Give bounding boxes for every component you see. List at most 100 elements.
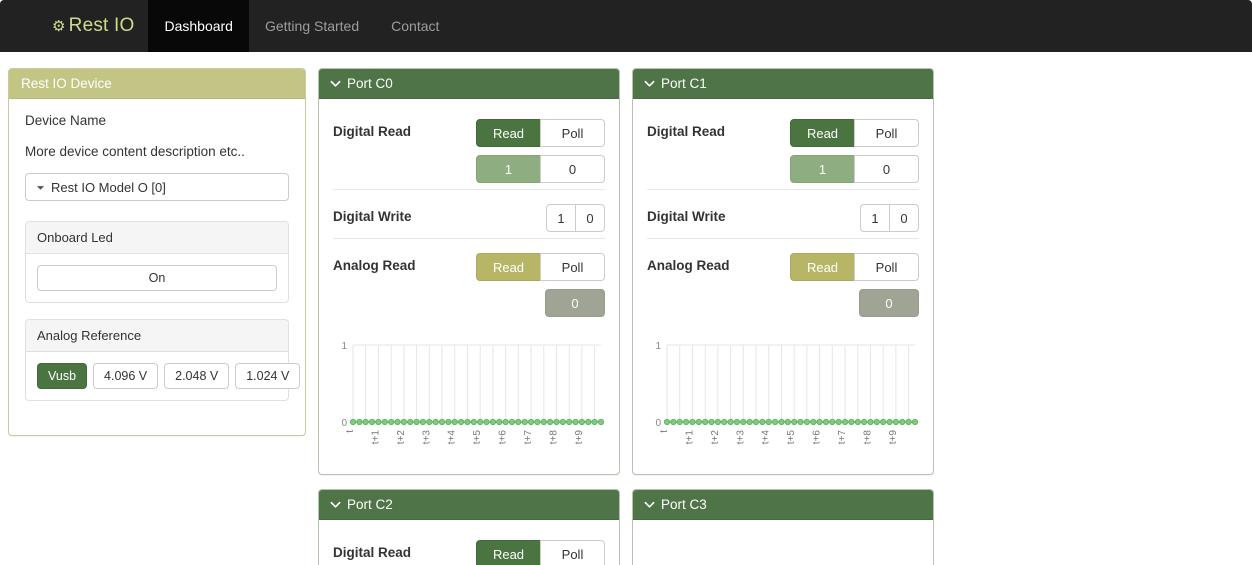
device-model-select[interactable]: Rest IO Model O [0] <box>25 173 289 201</box>
analog-read-chart: 0 1 t t+1 t+2 t+3 t+4 t+5 t+6 t+7 t+8 t+9 <box>647 323 919 462</box>
port-card-header[interactable]: Port C1 <box>633 69 933 99</box>
digital-write-zero-button[interactable]: 0 <box>889 204 919 232</box>
port-card: Port C0 Digital Read Read Poll 1 0 Digit… <box>318 68 620 475</box>
digital-write-label: Digital Write <box>647 209 726 224</box>
chevron-down-icon <box>644 499 655 510</box>
digital-read-mode-group: Read Poll <box>790 119 919 147</box>
digital-read-row: Digital Read Read Poll 1 0 <box>333 103 605 189</box>
brand-label: Rest IO <box>68 15 135 36</box>
analog-reference-option-2048v[interactable]: 2.048 V <box>164 363 230 389</box>
analog-reference-option-1024v[interactable]: 1.024 V <box>235 363 301 389</box>
digital-write-row: Digital Write 1 0 <box>647 189 919 238</box>
port-card-title: Port C3 <box>661 497 707 512</box>
analog-read-row: Analog Read Read Poll 0 <box>333 238 605 323</box>
analog-read-poll-button[interactable]: Poll <box>540 253 605 281</box>
svg-text:t+8: t+8 <box>863 430 874 445</box>
digital-read-row: Digital Read Read Poll 1 0 <box>333 524 605 565</box>
nav-item-label: Getting Started <box>264 18 360 34</box>
device-name-label: Device Name <box>25 113 107 128</box>
digital-read-read-button[interactable]: Read <box>476 540 541 565</box>
analog-reference-options: Vusb 4.096 V 2.048 V 1.024 V <box>37 363 301 389</box>
analog-read-chart-svg: 0 1 t t+1 t+2 t+3 t+4 t+5 t+6 t+7 t+8 t+9 <box>655 341 919 445</box>
analog-read-read-button[interactable]: Read <box>476 253 541 281</box>
digital-write-group: 1 0 <box>546 204 605 232</box>
port-card: Port C1 Digital Read Read Poll 1 0 Digit… <box>632 68 934 475</box>
svg-text:t+3: t+3 <box>421 430 432 445</box>
onboard-led-toggle-button[interactable]: On <box>37 265 277 291</box>
digital-read-mode-group: Read Poll <box>476 540 605 565</box>
svg-text:t+3: t+3 <box>735 430 746 445</box>
port-card-title: Port C1 <box>661 76 707 91</box>
digital-read-controls: Read Poll 1 0 <box>476 540 605 565</box>
analog-read-read-button[interactable]: Read <box>790 253 855 281</box>
analog-reference-panel: Analog Reference Vusb 4.096 V 2.048 V 1.… <box>25 319 301 401</box>
svg-text:t+9: t+9 <box>888 430 899 445</box>
digital-read-value-one: 1 <box>790 155 855 183</box>
analog-read-label: Analog Read <box>333 258 416 273</box>
digital-read-value-one: 1 <box>476 155 541 183</box>
svg-text:t+9: t+9 <box>574 430 585 445</box>
svg-text:t+2: t+2 <box>710 430 721 445</box>
analog-reference-option-vusb[interactable]: Vusb <box>37 363 88 389</box>
digital-read-row: Digital Read Read Poll 1 0 <box>647 103 919 189</box>
ports-grid: Port C0 Digital Read Read Poll 1 0 Digit… <box>318 68 1252 565</box>
analog-read-poll-button[interactable]: Poll <box>854 253 919 281</box>
digital-read-poll-button[interactable]: Poll <box>540 119 605 147</box>
analog-read-controls: Read Poll 0 <box>790 253 919 317</box>
device-panel: Rest IO Device Device Name More device c… <box>8 68 306 436</box>
svg-text:t+4: t+4 <box>761 430 772 445</box>
digital-read-controls: Read Poll 1 0 <box>790 119 919 183</box>
brand-logo[interactable]: ⚙ Rest IO <box>0 0 148 52</box>
device-panel-title: Rest IO Device <box>9 69 305 99</box>
port-card-body: Digital Read Read Poll 1 0 Digital Write <box>319 99 619 474</box>
nav-item-contact[interactable]: Contact <box>375 0 455 52</box>
digital-write-one-button[interactable]: 1 <box>860 204 890 232</box>
port-card-body: Digital Read Read Poll 1 0 Digital Write <box>319 520 619 565</box>
svg-text:t+7: t+7 <box>837 430 848 445</box>
nav-item-label: Dashboard <box>164 18 233 34</box>
analog-read-value: 0 <box>545 289 605 317</box>
caret-down-icon <box>36 183 45 192</box>
port-card-header[interactable]: Port C2 <box>319 490 619 520</box>
svg-text:t+6: t+6 <box>812 430 823 445</box>
onboard-led-panel: Onboard Led On <box>25 221 289 303</box>
digital-read-poll-button[interactable]: Poll <box>854 119 919 147</box>
digital-read-mode-group: Read Poll <box>476 119 605 147</box>
digital-read-value-group: 1 0 <box>476 155 605 183</box>
digital-read-controls: Read Poll 1 0 <box>476 119 605 183</box>
analog-reference-option-4096v[interactable]: 4.096 V <box>93 363 159 389</box>
digital-write-zero-button[interactable]: 0 <box>575 204 605 232</box>
port-card-body: Digital Read Read Poll 1 0 Digital Write <box>633 99 933 474</box>
port-card-header[interactable]: Port C3 <box>633 490 933 520</box>
analog-reference-body: Vusb 4.096 V 2.048 V 1.024 V <box>26 352 301 400</box>
analog-read-mode-group: Read Poll <box>476 253 605 281</box>
page-content: Rest IO Device Device Name More device c… <box>0 52 1252 565</box>
svg-text:t+2: t+2 <box>396 430 407 445</box>
port-card-title: Port C0 <box>347 76 393 91</box>
digital-read-label: Digital Read <box>333 545 412 560</box>
digital-read-poll-button[interactable]: Poll <box>540 540 605 565</box>
digital-write-one-button[interactable]: 1 <box>546 204 576 232</box>
port-card: Port C2 Digital Read Read Poll 1 0 <box>318 489 620 565</box>
analog-read-chart-svg: 0 1 t t+1 t+2 t+3 t+4 t+5 t+6 t+7 t+8 t+9 <box>341 341 605 445</box>
device-model-select-value: Rest IO Model O [0] <box>51 179 166 195</box>
digital-read-read-button[interactable]: Read <box>476 119 541 147</box>
svg-text:t+4: t+4 <box>447 430 458 445</box>
svg-text:t+1: t+1 <box>370 430 381 445</box>
digital-write-row: Digital Write 1 0 <box>333 189 605 238</box>
svg-text:0: 0 <box>341 418 347 429</box>
analog-read-label: Analog Read <box>647 258 730 273</box>
device-description: More device content description etc.. <box>25 144 245 159</box>
nav-item-dashboard[interactable]: Dashboard <box>148 0 249 52</box>
port-card-header[interactable]: Port C0 <box>319 69 619 99</box>
digital-read-read-button[interactable]: Read <box>790 119 855 147</box>
svg-text:1: 1 <box>341 341 347 352</box>
device-column: Rest IO Device Device Name More device c… <box>8 68 306 436</box>
onboard-led-body: On <box>26 254 288 302</box>
analog-read-row: Analog Read Read Poll 0 <box>647 238 919 323</box>
nav-item-getting-started[interactable]: Getting Started <box>249 0 375 52</box>
svg-text:1: 1 <box>655 341 661 352</box>
digital-read-value-group: 1 0 <box>790 155 919 183</box>
port-card: Port C3 <box>632 489 934 565</box>
svg-text:t+7: t+7 <box>523 430 534 445</box>
